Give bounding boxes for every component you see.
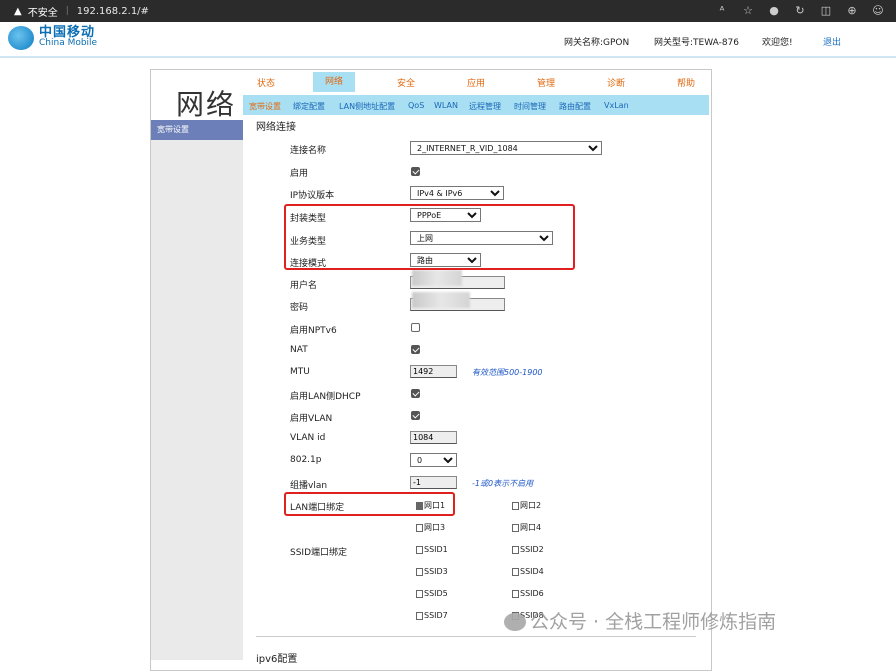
mvlan-input[interactable] <box>410 476 457 489</box>
ssid-1[interactable]: SSID1 <box>416 545 448 554</box>
checkbox-icon <box>416 567 423 576</box>
ip-version-label: IP协议版本 <box>290 191 335 201</box>
profile-icon[interactable]: ☺ <box>870 3 886 19</box>
mvlan-hint: -1或0表示不启用 <box>472 479 534 488</box>
conn-name-label: 连接名称 <box>290 146 327 156</box>
page-title: 网络 <box>176 88 237 121</box>
subtab-routing[interactable]: 路由配置 <box>559 101 591 112</box>
checkbox-icon <box>512 523 519 532</box>
logo-cn-text: 中国移动 <box>39 25 96 40</box>
browser-tools: ᴬ ☆ ● ↻ ◫ ⊕ ☺ <box>714 3 886 19</box>
ssid-7[interactable]: SSID7 <box>416 611 448 620</box>
port-lan2[interactable]: 网口2 <box>512 500 541 511</box>
ssid-3[interactable]: SSID3 <box>416 567 448 576</box>
port-lan4[interactable]: 网口4 <box>512 522 541 533</box>
vlan-id-input[interactable] <box>410 431 457 444</box>
welcome-text: 欢迎您! <box>762 38 793 48</box>
checkbox-icon <box>416 523 423 532</box>
warning-icon: ▲ <box>14 5 22 17</box>
checkbox-icon <box>416 611 423 620</box>
username-label: 用户名 <box>290 281 318 291</box>
split-screen-icon[interactable]: ◫ <box>818 3 834 19</box>
checkbox-icon <box>512 589 519 598</box>
subtab-time-mgmt[interactable]: 时间管理 <box>514 101 546 112</box>
tab-network[interactable]: 网络 <box>313 72 356 92</box>
section-divider <box>256 636 696 637</box>
subtab-lan-address[interactable]: LAN侧地址配置 <box>339 101 395 112</box>
logo-en-text: China Mobile <box>39 38 98 48</box>
checkbox-icon <box>416 589 423 598</box>
conn-name-select[interactable]: 2_INTERNET_R_VID_1084 <box>410 141 602 155</box>
sidebar-item-broadband[interactable]: 宽带设置 <box>151 120 243 140</box>
wechat-icon <box>504 613 526 631</box>
nptv6-label: 启用NPTv6 <box>290 326 337 336</box>
nat-label: NAT <box>290 345 308 355</box>
tab-diagnosis[interactable]: 诊断 <box>607 76 625 89</box>
logout-link[interactable]: 退出 <box>823 35 841 48</box>
logo-icon <box>8 26 34 50</box>
watermark: 公众号 · 全栈工程师修炼指南 <box>504 607 776 634</box>
read-aloud-icon[interactable]: ᴬ <box>714 3 730 19</box>
ssid-2[interactable]: SSID2 <box>512 545 544 554</box>
tab-help[interactable]: 帮助 <box>677 76 695 89</box>
nat-checkbox[interactable] <box>411 345 420 354</box>
mtu-label: MTU <box>290 367 310 377</box>
vlan-enable-checkbox[interactable] <box>411 411 420 420</box>
gateway-model: 网关型号:TEWA-876 <box>654 38 740 48</box>
redacted-username <box>412 270 462 286</box>
sub-nav: 宽带设置 绑定配置 LAN侧地址配置 QoS WLAN 远程管理 时间管理 路由… <box>243 95 709 115</box>
nptv6-checkbox[interactable] <box>411 323 420 332</box>
checkbox-icon <box>416 545 423 554</box>
subtab-remote-mgmt[interactable]: 远程管理 <box>469 101 501 112</box>
sidebar <box>151 140 243 660</box>
ipv6-section-title: ipv6配置 <box>256 654 298 665</box>
subtab-binding[interactable]: 绑定配置 <box>293 101 325 112</box>
lan-dhcp-label: 启用LAN侧DHCP <box>290 392 361 402</box>
divider: | <box>65 6 69 16</box>
ssid-6[interactable]: SSID6 <box>512 589 544 598</box>
gateway-name: 网关名称:GPON <box>564 38 630 48</box>
mtu-input[interactable] <box>410 365 457 378</box>
dot1p-select[interactable]: 0 <box>410 453 457 467</box>
tab-application[interactable]: 应用 <box>467 76 485 89</box>
ssid-4[interactable]: SSID4 <box>512 567 544 576</box>
lan-dhcp-checkbox[interactable] <box>411 389 420 398</box>
checkbox-icon <box>512 567 519 576</box>
ip-version-select[interactable]: IPv4 & IPv6 <box>410 186 504 200</box>
checkbox-icon <box>512 501 519 510</box>
collections-icon[interactable]: ⊕ <box>844 3 860 19</box>
tab-security[interactable]: 安全 <box>397 76 415 89</box>
vlan-id-label: VLAN id <box>290 433 326 443</box>
tab-management[interactable]: 管理 <box>537 76 555 89</box>
ssid-bind-label: SSID端口绑定 <box>290 548 348 558</box>
address-bar[interactable]: 192.168.2.1/# <box>77 6 149 17</box>
vlan-enable-label: 启用VLAN <box>290 414 333 424</box>
page-header: 中国移动 China Mobile 网关名称:GPON 网关型号:TEWA-87… <box>0 22 896 58</box>
ssid-5[interactable]: SSID5 <box>416 589 448 598</box>
refresh-icon[interactable]: ↻ <box>792 3 808 19</box>
mvlan-label: 组播vlan <box>290 481 328 491</box>
enable-label: 启用 <box>290 169 309 179</box>
tab-status[interactable]: 状态 <box>257 76 275 89</box>
dot1p-label: 802.1p <box>290 455 322 465</box>
subtab-qos[interactable]: QoS <box>408 101 424 110</box>
subtab-vxlan[interactable]: VxLan <box>604 101 629 110</box>
extension-icon[interactable]: ● <box>766 3 782 19</box>
password-label: 密码 <box>290 303 309 313</box>
subtab-wlan[interactable]: WLAN <box>434 101 458 110</box>
highlight-box-connection-type <box>284 204 575 270</box>
subtab-broadband[interactable]: 宽带设置 <box>249 101 281 112</box>
enable-checkbox[interactable] <box>411 167 420 176</box>
highlight-box-lan-bind <box>284 492 455 516</box>
redacted-password <box>412 292 470 308</box>
not-secure-label[interactable]: 不安全 <box>28 4 58 19</box>
port-lan3[interactable]: 网口3 <box>416 522 445 533</box>
china-mobile-logo: 中国移动 China Mobile <box>8 26 97 50</box>
checkbox-icon <box>512 545 519 554</box>
mtu-hint: 有效范围500-1900 <box>472 368 543 377</box>
main-nav: 状态 网络 安全 应用 管理 诊断 帮助 <box>243 72 709 92</box>
browser-toolbar: ▲ 不安全 | 192.168.2.1/# ᴬ ☆ ● ↻ ◫ ⊕ ☺ <box>0 0 896 22</box>
favorite-icon[interactable]: ☆ <box>740 3 756 19</box>
section-title: 网络连接 <box>256 122 296 133</box>
